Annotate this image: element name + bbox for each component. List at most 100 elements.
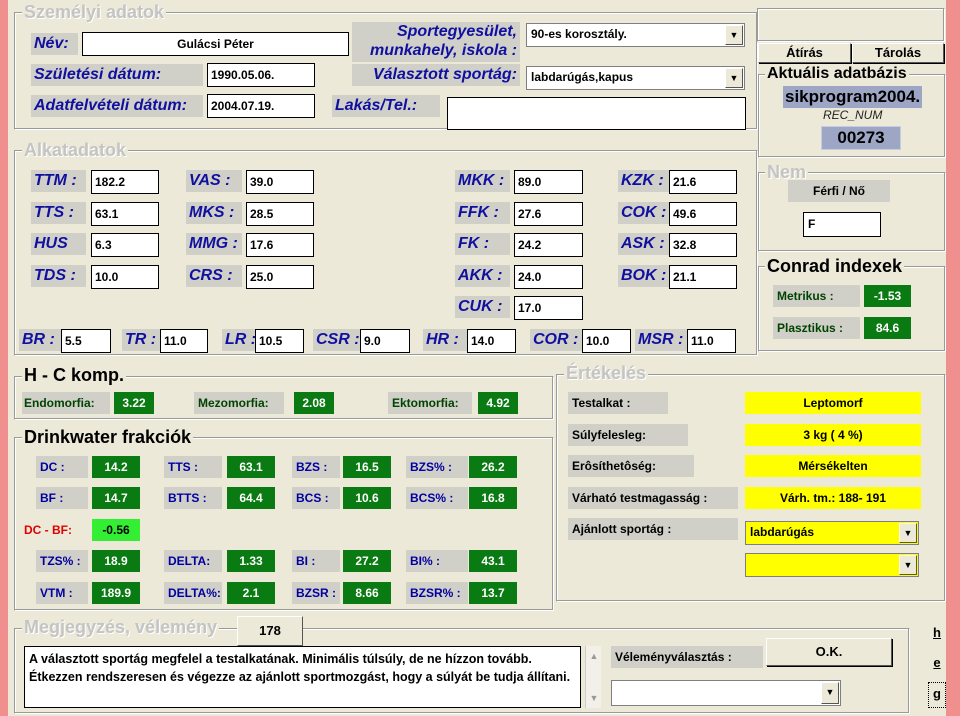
akk-input[interactable]: 24.0 <box>514 265 583 289</box>
mkk-label: MKK : <box>455 170 510 192</box>
msr-input[interactable]: 11.0 <box>687 329 736 353</box>
side-g-button[interactable]: g <box>928 682 946 708</box>
opinion-select[interactable]: ▼ <box>611 680 841 706</box>
erosit-value: Mérsékelten <box>745 455 921 477</box>
lr-input[interactable]: 10.5 <box>255 329 304 353</box>
club-select[interactable]: 90-es korosztály. ▼ <box>526 23 745 47</box>
csr-label: CSR : <box>313 329 360 351</box>
notes-textarea[interactable]: A választott sportág megfelel a testalka… <box>24 646 581 708</box>
ekto-label: Ektomorfia: <box>388 392 472 414</box>
bok-label: BOK : <box>618 265 672 287</box>
gender-input[interactable]: F <box>803 212 881 237</box>
crs-label: CRS : <box>186 265 242 287</box>
fk-label: FK : <box>455 233 510 255</box>
tts-label: TTS : <box>31 202 86 224</box>
delta-pct-value: 2.1 <box>227 582 275 604</box>
delta-label: DELTA: <box>164 550 222 572</box>
drinkwater-title: Drinkwater frakciók <box>22 427 194 447</box>
cuk-input[interactable]: 17.0 <box>514 296 583 320</box>
gender-title: Nem <box>765 162 809 182</box>
hr-label: HR : <box>423 329 467 351</box>
ajanlott-dropdown-arrow-icon[interactable]: ▼ <box>899 523 917 543</box>
atiras-button[interactable]: Átírás <box>758 43 851 63</box>
sport-dropdown-arrow-icon[interactable]: ▼ <box>725 68 743 88</box>
btts-label: BTTS : <box>164 487 222 509</box>
ok-button[interactable]: O.K. <box>766 638 892 666</box>
br-input[interactable]: 5.5 <box>61 329 111 353</box>
kzk-label: KZK : <box>618 170 672 192</box>
bi-pct-label: BI% : <box>406 550 468 572</box>
vtm-value: 189.9 <box>92 582 140 604</box>
bok-input[interactable]: 21.1 <box>669 265 737 289</box>
ttm-input[interactable]: 182.2 <box>91 170 159 194</box>
ffk-input[interactable]: 27.6 <box>514 202 583 226</box>
address-input[interactable] <box>447 97 746 130</box>
mezo-value: 2.08 <box>294 392 334 414</box>
intake-label: Adatfelvételi dátum: <box>31 95 203 117</box>
side-e-button[interactable]: e <box>928 652 946 676</box>
kzk-input[interactable]: 21.6 <box>669 170 737 194</box>
hus-input[interactable]: 6.3 <box>91 233 159 257</box>
name-label: Név: <box>31 33 78 55</box>
dc-value: 14.2 <box>92 456 140 478</box>
rec-num-value: 00273 <box>821 126 901 150</box>
bzs-pct-value: 26.2 <box>469 456 517 478</box>
mks-input[interactable]: 28.5 <box>246 202 314 226</box>
delta-pct-label: DELTA%: <box>164 582 222 604</box>
fk-input[interactable]: 24.2 <box>514 233 583 257</box>
conrad-title: Conrad indexek <box>765 256 905 276</box>
testalkat-label: Testalkat : <box>568 392 668 414</box>
ask-label: ASK : <box>618 233 672 255</box>
cor-input[interactable]: 10.0 <box>582 329 631 353</box>
tr-label: TR : <box>122 329 160 351</box>
ajanlott2-dropdown-arrow-icon[interactable]: ▼ <box>899 555 917 575</box>
tr-input[interactable]: 11.0 <box>160 329 208 353</box>
club-select-value: 90-es korosztály. <box>531 27 627 41</box>
cok-label: COK : <box>618 202 672 224</box>
opinion-label: Véleményválasztás : <box>611 646 763 668</box>
bcs-pct-label: BCS% : <box>406 487 468 509</box>
scroll-down-icon[interactable]: ▼ <box>588 692 600 704</box>
club-dropdown-arrow-icon[interactable]: ▼ <box>725 25 743 45</box>
notes-scrollbar[interactable]: ▲ ▼ <box>585 646 601 708</box>
intake-input[interactable]: 2004.07.19. <box>207 94 315 118</box>
mmg-input[interactable]: 17.6 <box>246 233 314 257</box>
sport-select[interactable]: labdarúgás,kapus ▼ <box>526 66 745 90</box>
crs-input[interactable]: 25.0 <box>246 265 314 289</box>
side-h-button[interactable]: h <box>928 622 946 646</box>
bi-label: BI : <box>292 550 340 572</box>
sport-select-value: labdarúgás,kapus <box>531 70 634 84</box>
hr-input[interactable]: 14.0 <box>467 329 516 353</box>
endo-value: 3.22 <box>114 392 154 414</box>
suly-value: 3 kg ( 4 %) <box>745 424 921 446</box>
ajanlott-label: Ajánlott sportág : <box>568 518 738 540</box>
bi-value: 27.2 <box>343 550 391 572</box>
br-label: BR : <box>19 329 61 351</box>
dw-tts-value: 63.1 <box>227 456 275 478</box>
main-panel: Személyi adatok Név: Gulácsi Péter Szüle… <box>8 0 946 716</box>
lr-label: LR : <box>222 329 256 351</box>
birth-input[interactable]: 1990.05.06. <box>207 63 315 87</box>
ajanlott-select[interactable]: labdarúgás ▼ <box>745 521 919 545</box>
tarolas-button[interactable]: Tárolás <box>852 43 944 63</box>
notes-title: Megjegyzés, vélemény <box>22 617 220 637</box>
erosit-label: Erôsíthetôség: <box>568 455 694 477</box>
database-name: sikprogram2004. <box>783 86 923 108</box>
opinion-dropdown-arrow-icon[interactable]: ▼ <box>821 682 839 704</box>
tds-input[interactable]: 10.0 <box>91 265 159 289</box>
tts-input[interactable]: 63.1 <box>91 202 159 226</box>
dc-bf-value: -0.56 <box>92 519 140 541</box>
vtm-label: VTM : <box>36 582 88 604</box>
eval-title: Értékelés <box>564 363 649 383</box>
bzsr-value: 8.66 <box>343 582 391 604</box>
ask-input[interactable]: 32.8 <box>669 233 737 257</box>
csr-input[interactable]: 9.0 <box>360 329 410 353</box>
vas-input[interactable]: 39.0 <box>246 170 314 194</box>
bzsr-pct-value: 13.7 <box>469 582 517 604</box>
scroll-up-icon[interactable]: ▲ <box>588 650 600 662</box>
name-input[interactable]: Gulácsi Péter <box>82 32 349 56</box>
club-label: Sportegyesület, munkahely, iskola : <box>352 22 520 62</box>
ajanlott2-select[interactable]: ▼ <box>745 553 919 577</box>
cok-input[interactable]: 49.6 <box>669 202 737 226</box>
mkk-input[interactable]: 89.0 <box>514 170 583 194</box>
